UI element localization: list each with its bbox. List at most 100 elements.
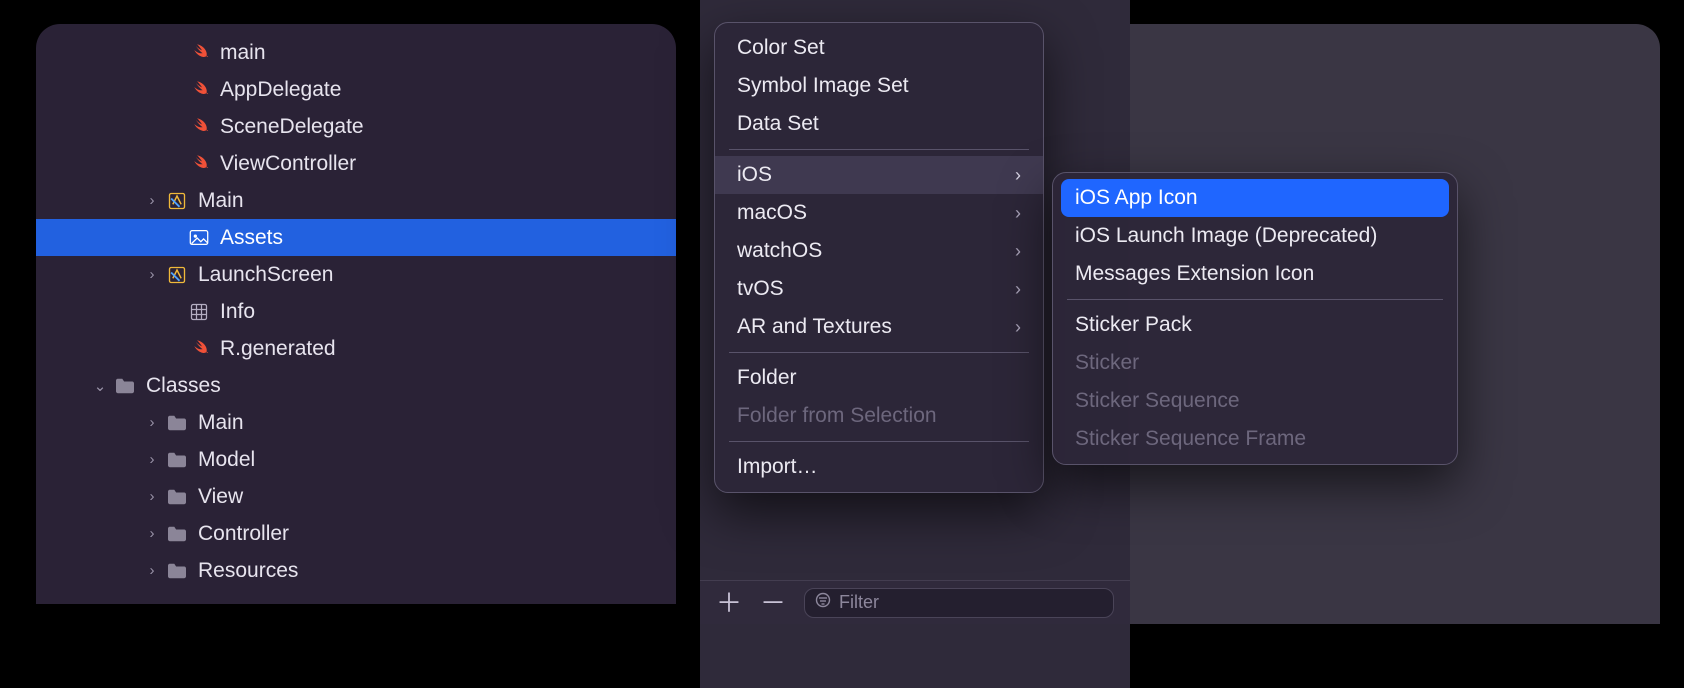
swift-icon	[188, 116, 210, 138]
disclosure-triangle[interactable]: ›	[144, 266, 160, 283]
menu-item: Sticker Sequence	[1053, 382, 1457, 420]
add-button[interactable]: ＋	[716, 590, 742, 616]
menu-item-label: macOS	[737, 201, 807, 225]
storyboard-icon	[166, 264, 188, 286]
chevron-right-icon: ›	[1015, 241, 1021, 262]
menu-item[interactable]: Sticker Pack	[1053, 306, 1457, 344]
folder-icon	[114, 375, 136, 397]
navigator-row[interactable]: › Main	[36, 404, 676, 441]
menu-item[interactable]: Color Set	[715, 29, 1043, 67]
navigator-row[interactable]: ⌄ Classes	[36, 367, 676, 404]
asset-toolbar: ＋ －	[700, 580, 1130, 624]
folder-icon	[166, 560, 188, 582]
menu-item-label: Sticker Pack	[1075, 313, 1192, 337]
navigator-label: R.generated	[220, 337, 336, 361]
navigator-label: Model	[198, 448, 255, 472]
navigator-row[interactable]: › Resources	[36, 552, 676, 589]
plist-icon	[188, 301, 210, 323]
chevron-right-icon: ›	[1015, 317, 1021, 338]
navigator-label: Info	[220, 300, 255, 324]
navigator-label: View	[198, 485, 243, 509]
navigator-row[interactable]: Info	[36, 293, 676, 330]
disclosure-triangle[interactable]: ›	[144, 451, 160, 468]
navigator-label: Resources	[198, 559, 298, 583]
disclosure-triangle[interactable]: ⌄	[92, 377, 108, 395]
menu-item-label: Sticker Sequence	[1075, 389, 1240, 413]
disclosure-triangle[interactable]: ›	[144, 525, 160, 542]
menu-item-label: tvOS	[737, 277, 784, 301]
menu-item-label: Import…	[737, 455, 818, 479]
menu-item-label: watchOS	[737, 239, 822, 263]
navigator-row[interactable]: main	[36, 34, 676, 71]
menu-item-label: Data Set	[737, 112, 819, 136]
menu-item-label: Sticker	[1075, 351, 1139, 375]
menu-item-label: Folder	[737, 366, 797, 390]
navigator-label: Main	[198, 189, 244, 213]
navigator-label: Classes	[146, 374, 221, 398]
menu-item-label: Color Set	[737, 36, 825, 60]
disclosure-triangle[interactable]: ›	[144, 562, 160, 579]
navigator-row[interactable]: ›Controller	[36, 515, 676, 552]
menu-item-label: iOS Launch Image (Deprecated)	[1075, 224, 1377, 248]
menu-separator	[1067, 299, 1443, 300]
menu-separator	[729, 149, 1029, 150]
chevron-right-icon: ›	[1015, 203, 1021, 224]
menu-separator	[729, 441, 1029, 442]
menu-item[interactable]: watchOS ›	[715, 232, 1043, 270]
navigator-row[interactable]: › Model	[36, 441, 676, 478]
menu-item[interactable]: tvOS ›	[715, 270, 1043, 308]
folder-icon	[166, 523, 188, 545]
menu-item-label: Folder from Selection	[737, 404, 937, 428]
chevron-right-icon: ›	[1015, 279, 1021, 300]
chevron-right-icon: ›	[1015, 165, 1021, 186]
disclosure-triangle[interactable]: ›	[144, 192, 160, 209]
filter-icon	[815, 591, 831, 614]
navigator-row[interactable]: › LaunchScreen	[36, 256, 676, 293]
disclosure-triangle[interactable]: ›	[144, 488, 160, 505]
menu-item[interactable]: macOS ›	[715, 194, 1043, 232]
disclosure-triangle[interactable]: ›	[144, 414, 160, 431]
menu-item[interactable]: Import…	[715, 448, 1043, 486]
filter-input[interactable]	[839, 592, 1103, 613]
navigator-row[interactable]: Assets	[36, 219, 676, 256]
navigator-label: ViewController	[220, 152, 356, 176]
menu-item[interactable]: AR and Textures ›	[715, 308, 1043, 346]
navigator-row[interactable]: SceneDelegate	[36, 108, 676, 145]
swift-icon	[188, 42, 210, 64]
menu-item-label: Symbol Image Set	[737, 74, 909, 98]
filter-field[interactable]	[804, 588, 1114, 618]
navigator-row[interactable]: R.generated	[36, 330, 676, 367]
navigator-label: main	[220, 41, 266, 65]
folder-icon	[166, 449, 188, 471]
context-menu: Color SetSymbol Image SetData SetiOS›mac…	[714, 22, 1044, 493]
menu-item-label: Messages Extension Icon	[1075, 262, 1314, 286]
navigator-row[interactable]: › View	[36, 478, 676, 515]
menu-item-label: iOS	[737, 163, 772, 187]
remove-button[interactable]: －	[760, 590, 786, 616]
menu-item: Sticker Sequence Frame	[1053, 420, 1457, 458]
navigator-row[interactable]: ViewController	[36, 145, 676, 182]
menu-item[interactable]: iOS Launch Image (Deprecated)	[1053, 217, 1457, 255]
navigator-label: Assets	[220, 226, 283, 250]
menu-item[interactable]: Folder	[715, 359, 1043, 397]
menu-item-label: iOS App Icon	[1075, 186, 1198, 210]
navigator-row[interactable]: AppDelegate	[36, 71, 676, 108]
context-submenu-ios: iOS App Icon iOS Launch Image (Deprecated…	[1052, 172, 1458, 465]
navigator-row[interactable]: › Main	[36, 182, 676, 219]
menu-item-label: Sticker Sequence Frame	[1075, 427, 1306, 451]
menu-item-label: AR and Textures	[737, 315, 892, 339]
folder-icon	[166, 486, 188, 508]
navigator-label: SceneDelegate	[220, 115, 364, 139]
storyboard-icon	[166, 190, 188, 212]
menu-item[interactable]: iOS App Icon	[1061, 179, 1449, 217]
menu-item: Folder from Selection	[715, 397, 1043, 435]
menu-item[interactable]: Messages Extension Icon	[1053, 255, 1457, 293]
navigator-label: AppDelegate	[220, 78, 341, 102]
menu-item[interactable]: Data Set	[715, 105, 1043, 143]
navigator-label: Main	[198, 411, 244, 435]
navigator-label: LaunchScreen	[198, 263, 333, 287]
menu-item[interactable]: iOS ›	[715, 156, 1043, 194]
project-navigator: main AppDelegate SceneDelegate ViewControll…	[36, 24, 676, 604]
menu-item[interactable]: Symbol Image Set	[715, 67, 1043, 105]
swift-icon	[188, 338, 210, 360]
